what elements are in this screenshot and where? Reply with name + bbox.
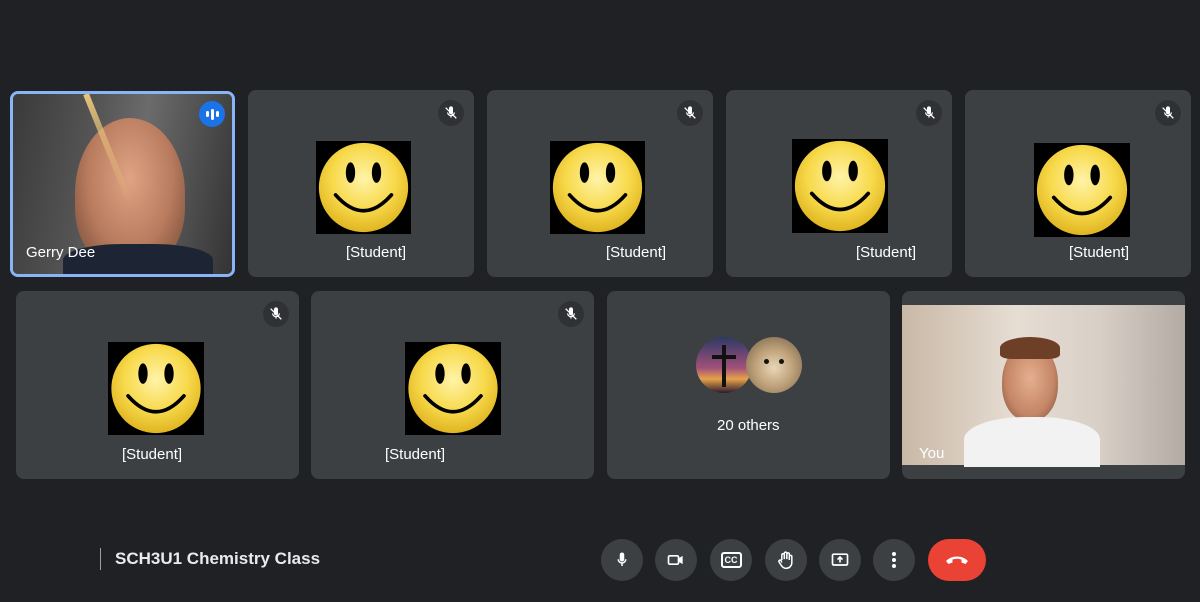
participant-tile-student[interactable]: [Student] [248, 90, 474, 277]
participant-tile-student[interactable]: [Student] [16, 291, 299, 479]
participant-tile-student[interactable]: [Student] [726, 90, 952, 277]
captions-icon: CC [720, 552, 742, 568]
participant-name: [Student] [856, 244, 917, 261]
participant-name: [Student] [1069, 244, 1130, 261]
others-count-label: 20 others [717, 417, 780, 434]
participant-tile-student[interactable]: [Student] [311, 291, 594, 479]
mic-icon [617, 552, 627, 566]
meeting-title: SCH3U1 Chemistry Class [100, 548, 320, 570]
smiley-avatar [316, 141, 411, 234]
smiley-avatar [1034, 143, 1130, 237]
cross-sunset-avatar [696, 337, 752, 393]
mic-off-icon [677, 100, 703, 126]
participant-name: [Student] [122, 446, 183, 463]
present-button[interactable] [819, 539, 861, 581]
others-avatars [696, 337, 802, 393]
mic-off-icon [916, 100, 942, 126]
others-tile[interactable]: 20 others [607, 291, 890, 479]
raise-hand-button[interactable] [765, 539, 807, 581]
end-call-icon [946, 556, 968, 564]
participant-tile-student[interactable]: [Student] [487, 90, 713, 277]
camera-icon [667, 555, 683, 565]
mic-off-icon [1155, 100, 1181, 126]
participant-tile-teacher[interactable]: Gerry Dee [10, 91, 235, 277]
camera-button[interactable] [655, 539, 697, 581]
participant-name: [Student] [346, 244, 407, 261]
speaking-indicator-icon [199, 101, 225, 127]
present-icon [831, 553, 849, 566]
smiley-avatar [792, 139, 888, 233]
participant-name: Gerry Dee [26, 244, 96, 261]
leave-call-button[interactable] [928, 539, 986, 581]
smiley-avatar [405, 342, 501, 435]
hamster-avatar [746, 337, 802, 393]
hand-icon [778, 551, 793, 570]
microphone-button[interactable] [601, 539, 643, 581]
participant-name: You [919, 445, 945, 462]
more-options-button[interactable] [873, 539, 915, 581]
smiley-avatar [108, 342, 204, 435]
mic-off-icon [263, 301, 289, 327]
mic-off-icon [438, 100, 464, 126]
self-tile[interactable]: You [902, 291, 1185, 479]
mic-off-icon [558, 301, 584, 327]
participant-name: [Student] [606, 244, 667, 261]
smiley-avatar [550, 141, 645, 234]
participant-tile-student[interactable]: [Student] [965, 90, 1191, 277]
participant-name: [Student] [385, 446, 446, 463]
self-video [902, 305, 1185, 467]
captions-button[interactable]: CC [710, 539, 752, 581]
more-vert-icon [892, 552, 896, 568]
